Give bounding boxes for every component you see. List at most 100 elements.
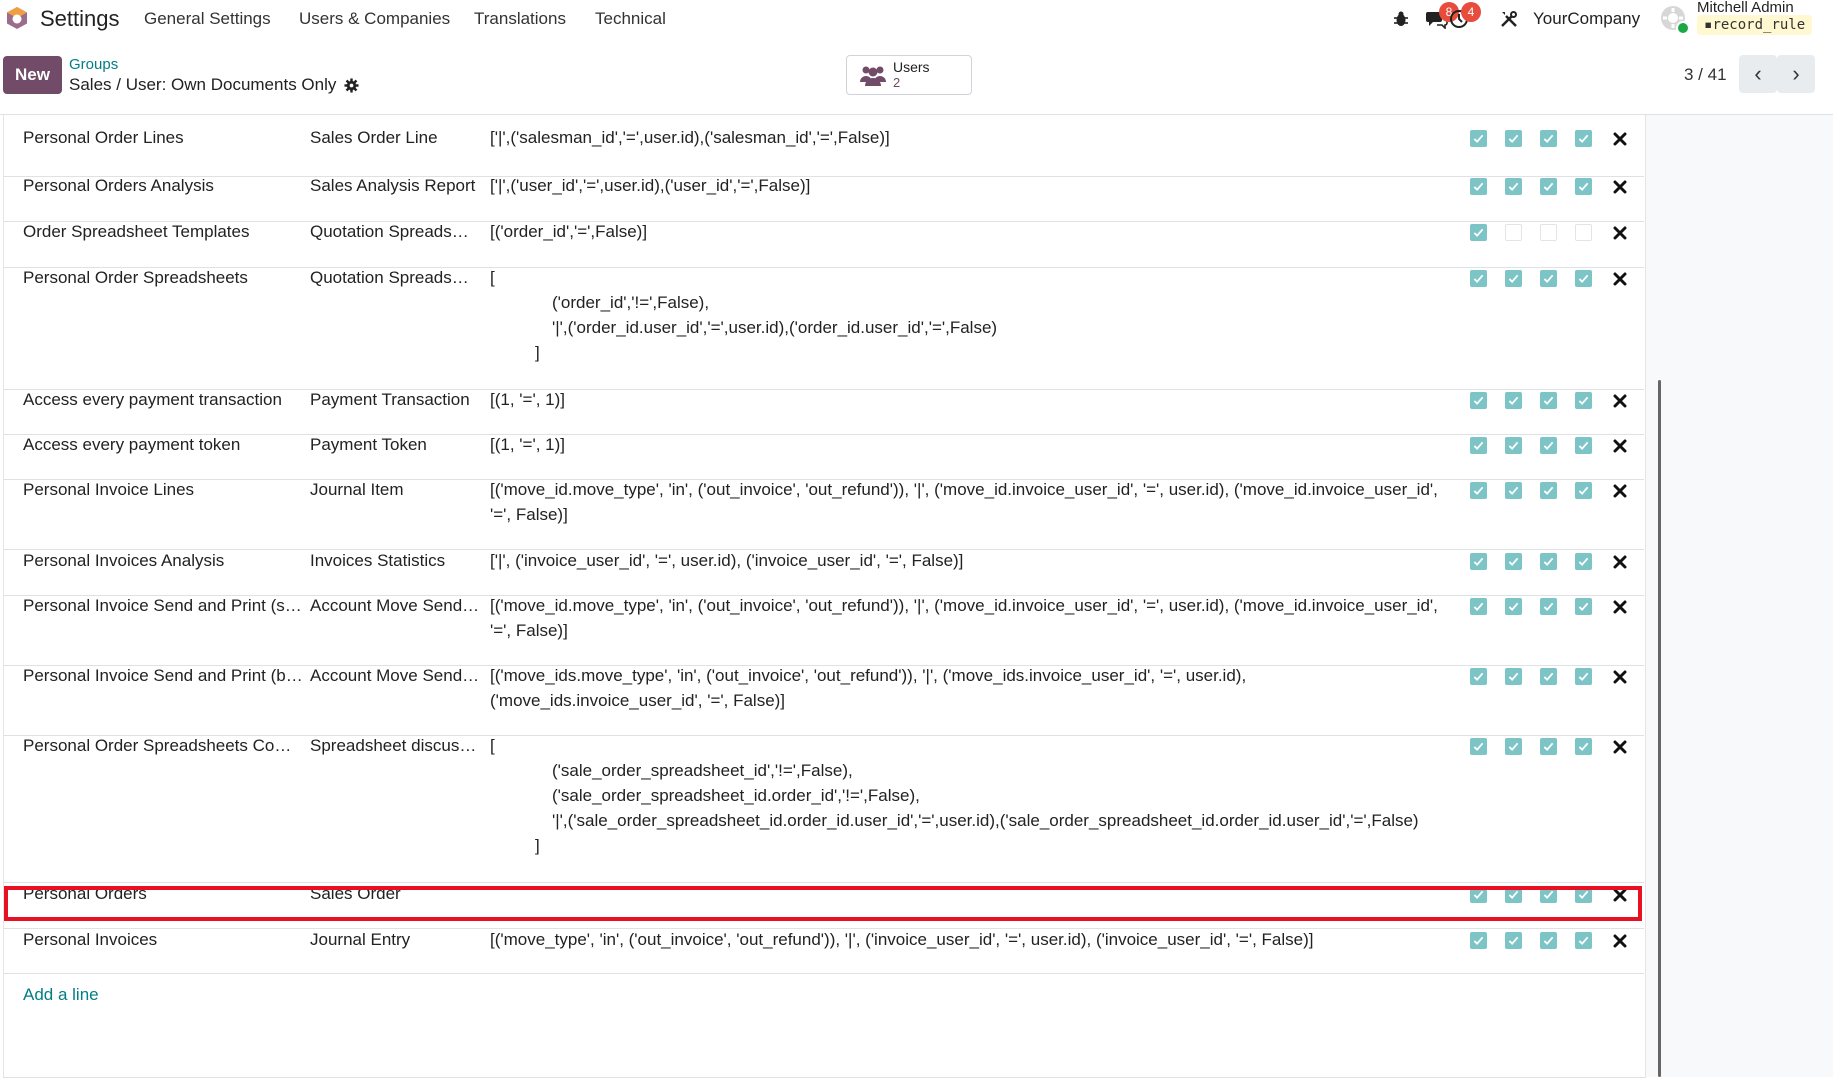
- record-rule-row[interactable]: Access every payment token Payment Token […: [3, 434, 1644, 480]
- rule-model-cell[interactable]: Quotation Spreads…: [310, 268, 469, 288]
- record-rule-row[interactable]: Personal Order Lines Sales Order Line ['|'…: [3, 115, 1644, 177]
- perm-delete-checkbox[interactable]: [1575, 178, 1592, 195]
- delete-row-icon[interactable]: [1613, 439, 1627, 453]
- perm-read-checkbox[interactable]: [1470, 482, 1487, 499]
- odoo-logo-icon[interactable]: [5, 6, 29, 30]
- perm-create-checkbox[interactable]: [1540, 270, 1557, 287]
- rule-name-cell[interactable]: Access every payment transaction: [23, 390, 282, 410]
- perm-delete-checkbox[interactable]: [1575, 738, 1592, 755]
- rule-model-cell[interactable]: Sales Analysis Report: [310, 176, 475, 196]
- perm-create-checkbox[interactable]: [1540, 437, 1557, 454]
- rule-name-cell[interactable]: Personal Invoices: [23, 930, 157, 950]
- tools-icon[interactable]: [1497, 7, 1521, 31]
- perm-delete-checkbox[interactable]: [1575, 886, 1592, 903]
- rule-domain-cell[interactable]: [('sale_order_spreadsheet_id','!=',False…: [490, 733, 1450, 858]
- delete-row-icon[interactable]: [1613, 484, 1627, 498]
- record-rule-row[interactable]: Personal Orders Analysis Sales Analysis R…: [3, 176, 1644, 222]
- perm-delete-checkbox[interactable]: [1575, 437, 1592, 454]
- perm-create-checkbox[interactable]: [1540, 668, 1557, 685]
- rule-model-cell[interactable]: Journal Entry: [310, 930, 410, 950]
- breadcrumb-groups[interactable]: Groups: [69, 56, 118, 73]
- perm-write-checkbox[interactable]: [1505, 738, 1522, 755]
- perm-delete-checkbox[interactable]: [1575, 392, 1592, 409]
- record-rule-row[interactable]: Personal Invoice Send and Print (s… Accou…: [3, 595, 1644, 666]
- perm-read-checkbox[interactable]: [1470, 224, 1487, 241]
- rule-name-cell[interactable]: Personal Order Spreadsheets Co…: [23, 736, 291, 756]
- delete-row-icon[interactable]: [1613, 740, 1627, 754]
- record-rule-row[interactable]: Personal Invoice Lines Journal Item [('mov…: [3, 479, 1644, 550]
- perm-create-checkbox[interactable]: [1540, 886, 1557, 903]
- rule-domain-cell[interactable]: [('order_id','=',False)]: [490, 219, 1450, 244]
- delete-row-icon[interactable]: [1613, 132, 1627, 146]
- delete-row-icon[interactable]: [1613, 272, 1627, 286]
- rule-model-cell[interactable]: Payment Transaction: [310, 390, 470, 410]
- perm-delete-checkbox[interactable]: [1575, 668, 1592, 685]
- rule-domain-cell[interactable]: ['|',('salesman_id','=',user.id),('sales…: [490, 125, 1450, 150]
- perm-create-checkbox[interactable]: [1540, 553, 1557, 570]
- new-button[interactable]: New: [3, 56, 62, 94]
- rule-model-cell[interactable]: Sales Order Line: [310, 128, 438, 148]
- perm-write-checkbox[interactable]: [1505, 437, 1522, 454]
- perm-write-checkbox[interactable]: [1505, 668, 1522, 685]
- perm-write-checkbox[interactable]: [1505, 932, 1522, 949]
- perm-delete-checkbox[interactable]: [1575, 482, 1592, 499]
- bug-icon[interactable]: [1389, 7, 1413, 31]
- company-switcher[interactable]: YourCompany: [1533, 9, 1640, 29]
- gear-icon[interactable]: [344, 77, 359, 93]
- rule-domain-cell[interactable]: [('move_type', 'in', ('out_invoice', 'ou…: [490, 927, 1450, 952]
- perm-read-checkbox[interactable]: [1470, 668, 1487, 685]
- rule-domain-cell[interactable]: ['|',('user_id','=',user.id),('user_id',…: [490, 173, 1450, 198]
- record-rule-row[interactable]: Personal Order Spreadsheets Co… Spreadshe…: [3, 735, 1644, 883]
- perm-read-checkbox[interactable]: [1470, 178, 1487, 195]
- delete-row-icon[interactable]: [1613, 670, 1627, 684]
- perm-read-checkbox[interactable]: [1470, 598, 1487, 615]
- perm-create-checkbox[interactable]: [1540, 224, 1557, 241]
- perm-create-checkbox[interactable]: [1540, 178, 1557, 195]
- perm-write-checkbox[interactable]: [1505, 886, 1522, 903]
- delete-row-icon[interactable]: [1613, 555, 1627, 569]
- perm-write-checkbox[interactable]: [1505, 598, 1522, 615]
- rule-domain-cell[interactable]: [('move_id.move_type', 'in', ('out_invoi…: [490, 593, 1450, 643]
- rule-model-cell[interactable]: Invoices Statistics: [310, 551, 445, 571]
- perm-delete-checkbox[interactable]: [1575, 553, 1592, 570]
- record-rule-row[interactable]: Order Spreadsheet Templates Quotation Spr…: [3, 221, 1644, 268]
- chat-icon[interactable]: 8: [1425, 2, 1459, 31]
- perm-create-checkbox[interactable]: [1540, 598, 1557, 615]
- rule-domain-cell[interactable]: ['|', ('invoice_user_id', '=', user.id),…: [490, 548, 1450, 573]
- rule-model-cell[interactable]: Sales Order: [310, 884, 401, 904]
- perm-create-checkbox[interactable]: [1540, 932, 1557, 949]
- rule-domain-cell[interactable]: [('order_id','!=',False), '|',('order_id.…: [490, 265, 1450, 365]
- rule-model-cell[interactable]: Payment Token: [310, 435, 427, 455]
- pager-next-button[interactable]: ›: [1777, 55, 1815, 93]
- rule-name-cell[interactable]: Personal Order Spreadsheets: [23, 268, 248, 288]
- rule-name-cell[interactable]: Personal Orders Analysis: [23, 176, 214, 196]
- rule-model-cell[interactable]: Account Move Send…: [310, 596, 479, 616]
- perm-read-checkbox[interactable]: [1470, 886, 1487, 903]
- perm-write-checkbox[interactable]: [1505, 392, 1522, 409]
- rule-name-cell[interactable]: Personal Invoice Send and Print (s…: [23, 596, 302, 616]
- perm-create-checkbox[interactable]: [1540, 392, 1557, 409]
- perm-delete-checkbox[interactable]: [1575, 932, 1592, 949]
- rule-model-cell[interactable]: Spreadsheet discus…: [310, 736, 476, 756]
- record-rule-row[interactable]: Personal Invoices Journal Entry [('move_ty…: [3, 928, 1644, 974]
- record-rule-row[interactable]: Personal Invoice Send and Print (b… Accou…: [3, 665, 1644, 736]
- rule-domain-cell[interactable]: [(1, '=', 1)]: [490, 432, 1450, 457]
- delete-row-icon[interactable]: [1613, 394, 1627, 408]
- pager-value[interactable]: 3 / 41: [1684, 65, 1727, 85]
- perm-create-checkbox[interactable]: [1540, 130, 1557, 147]
- rule-model-cell[interactable]: Account Move Send…: [310, 666, 479, 686]
- delete-row-icon[interactable]: [1613, 888, 1627, 902]
- rule-name-cell[interactable]: Personal Invoice Lines: [23, 480, 194, 500]
- perm-delete-checkbox[interactable]: [1575, 598, 1592, 615]
- perm-write-checkbox[interactable]: [1505, 270, 1522, 287]
- clock-icon[interactable]: 4: [1447, 2, 1481, 31]
- perm-write-checkbox[interactable]: [1505, 224, 1522, 241]
- rule-name-cell[interactable]: Access every payment token: [23, 435, 240, 455]
- add-a-line-link[interactable]: Add a line: [23, 985, 99, 1005]
- rule-model-cell[interactable]: Quotation Spreads…: [310, 222, 469, 242]
- vertical-scrollbar[interactable]: [1658, 380, 1661, 1077]
- delete-row-icon[interactable]: [1613, 180, 1627, 194]
- rule-name-cell[interactable]: Personal Orders: [23, 884, 147, 904]
- rule-name-cell[interactable]: Personal Invoice Send and Print (b…: [23, 666, 303, 686]
- perm-delete-checkbox[interactable]: [1575, 224, 1592, 241]
